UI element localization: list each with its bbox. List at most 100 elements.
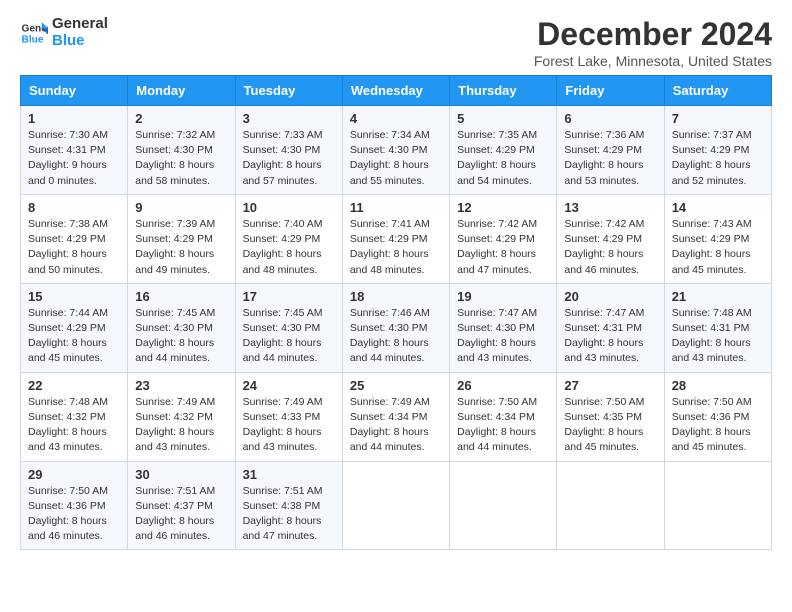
day-number: 6 xyxy=(564,111,656,126)
calendar-header-friday: Friday xyxy=(557,76,664,106)
svg-text:Blue: Blue xyxy=(22,34,44,45)
day-number: 18 xyxy=(350,289,442,304)
day-number: 20 xyxy=(564,289,656,304)
day-number: 11 xyxy=(350,200,442,215)
calendar-cell: 28 Sunrise: 7:50 AMSunset: 4:36 PMDayligh… xyxy=(664,372,771,461)
calendar-cell: 6 Sunrise: 7:36 AMSunset: 4:29 PMDaylight… xyxy=(557,106,664,195)
calendar-cell: 12 Sunrise: 7:42 AMSunset: 4:29 PMDayligh… xyxy=(450,194,557,283)
calendar-header-row: SundayMondayTuesdayWednesdayThursdayFrid… xyxy=(21,76,772,106)
day-number: 4 xyxy=(350,111,442,126)
calendar-header-thursday: Thursday xyxy=(450,76,557,106)
day-number: 30 xyxy=(135,467,227,482)
day-number: 29 xyxy=(28,467,120,482)
day-info: Sunrise: 7:39 AMSunset: 4:29 PMDaylight:… xyxy=(135,217,227,278)
day-number: 23 xyxy=(135,378,227,393)
day-info: Sunrise: 7:40 AMSunset: 4:29 PMDaylight:… xyxy=(243,217,335,278)
day-info: Sunrise: 7:49 AMSunset: 4:33 PMDaylight:… xyxy=(243,395,335,456)
calendar-header-tuesday: Tuesday xyxy=(235,76,342,106)
calendar-cell: 31 Sunrise: 7:51 AMSunset: 4:38 PMDayligh… xyxy=(235,461,342,550)
day-number: 22 xyxy=(28,378,120,393)
calendar-week-row: 1Sunrise: 7:30 AMSunset: 4:31 PMDaylight… xyxy=(21,106,772,195)
day-number: 16 xyxy=(135,289,227,304)
day-info: Sunrise: 7:50 AMSunset: 4:35 PMDaylight:… xyxy=(564,395,656,456)
calendar-cell: 23Sunrise: 7:49 AMSunset: 4:32 PMDayligh… xyxy=(128,372,235,461)
calendar-cell: 3Sunrise: 7:33 AMSunset: 4:30 PMDaylight… xyxy=(235,106,342,195)
day-info: Sunrise: 7:43 AMSunset: 4:29 PMDaylight:… xyxy=(672,217,764,278)
page-header: General Blue General Blue December 2024 … xyxy=(20,16,772,69)
calendar-cell: 29 Sunrise: 7:50 AMSunset: 4:36 PMDayligh… xyxy=(21,461,128,550)
calendar-header-sunday: Sunday xyxy=(21,76,128,106)
calendar-cell: 19 Sunrise: 7:47 AMSunset: 4:30 PMDayligh… xyxy=(450,283,557,372)
calendar-cell xyxy=(342,461,449,550)
day-number: 19 xyxy=(457,289,549,304)
calendar-cell: 4Sunrise: 7:34 AMSunset: 4:30 PMDaylight… xyxy=(342,106,449,195)
calendar-cell: 24 Sunrise: 7:49 AMSunset: 4:33 PMDayligh… xyxy=(235,372,342,461)
day-number: 2 xyxy=(135,111,227,126)
calendar-cell xyxy=(450,461,557,550)
day-info: Sunrise: 7:45 AMSunset: 4:30 PMDaylight:… xyxy=(243,306,335,367)
day-number: 15 xyxy=(28,289,120,304)
day-info: Sunrise: 7:51 AMSunset: 4:38 PMDaylight:… xyxy=(243,484,335,545)
calendar-cell: 20 Sunrise: 7:47 AMSunset: 4:31 PMDayligh… xyxy=(557,283,664,372)
day-info: Sunrise: 7:33 AMSunset: 4:30 PMDaylight:… xyxy=(243,128,335,189)
day-number: 28 xyxy=(672,378,764,393)
day-info: Sunrise: 7:36 AMSunset: 4:29 PMDaylight:… xyxy=(564,128,656,189)
title-area: December 2024 Forest Lake, Minnesota, Un… xyxy=(534,16,772,69)
calendar-cell: 11 Sunrise: 7:41 AMSunset: 4:29 PMDayligh… xyxy=(342,194,449,283)
day-info: Sunrise: 7:48 AMSunset: 4:31 PMDaylight:… xyxy=(672,306,764,367)
day-number: 12 xyxy=(457,200,549,215)
day-number: 31 xyxy=(243,467,335,482)
day-info: Sunrise: 7:44 AMSunset: 4:29 PMDaylight:… xyxy=(28,306,120,367)
day-info: Sunrise: 7:50 AMSunset: 4:36 PMDaylight:… xyxy=(28,484,120,545)
day-number: 1 xyxy=(28,111,120,126)
day-info: Sunrise: 7:47 AMSunset: 4:30 PMDaylight:… xyxy=(457,306,549,367)
calendar-week-row: 22 Sunrise: 7:48 AMSunset: 4:32 PMDayligh… xyxy=(21,372,772,461)
location-title: Forest Lake, Minnesota, United States xyxy=(534,53,772,69)
calendar-cell xyxy=(664,461,771,550)
calendar-cell: 13Sunrise: 7:42 AMSunset: 4:29 PMDayligh… xyxy=(557,194,664,283)
calendar-header-saturday: Saturday xyxy=(664,76,771,106)
calendar-header-monday: Monday xyxy=(128,76,235,106)
day-number: 8 xyxy=(28,200,120,215)
day-info: Sunrise: 7:48 AMSunset: 4:32 PMDaylight:… xyxy=(28,395,120,456)
logo-blue: Blue xyxy=(52,33,108,50)
calendar-cell: 16 Sunrise: 7:45 AMSunset: 4:30 PMDayligh… xyxy=(128,283,235,372)
calendar-table: SundayMondayTuesdayWednesdayThursdayFrid… xyxy=(20,75,772,550)
calendar-cell: 15 Sunrise: 7:44 AMSunset: 4:29 PMDayligh… xyxy=(21,283,128,372)
day-info: Sunrise: 7:51 AMSunset: 4:37 PMDaylight:… xyxy=(135,484,227,545)
day-number: 24 xyxy=(243,378,335,393)
day-number: 26 xyxy=(457,378,549,393)
calendar-week-row: 15 Sunrise: 7:44 AMSunset: 4:29 PMDayligh… xyxy=(21,283,772,372)
calendar-header-wednesday: Wednesday xyxy=(342,76,449,106)
calendar-cell: 2Sunrise: 7:32 AMSunset: 4:30 PMDaylight… xyxy=(128,106,235,195)
day-info: Sunrise: 7:50 AMSunset: 4:36 PMDaylight:… xyxy=(672,395,764,456)
calendar-cell: 21 Sunrise: 7:48 AMSunset: 4:31 PMDayligh… xyxy=(664,283,771,372)
day-info: Sunrise: 7:42 AMSunset: 4:29 PMDaylight:… xyxy=(564,217,656,278)
calendar-cell: 10Sunrise: 7:40 AMSunset: 4:29 PMDayligh… xyxy=(235,194,342,283)
calendar-cell xyxy=(557,461,664,550)
calendar-cell: 1Sunrise: 7:30 AMSunset: 4:31 PMDaylight… xyxy=(21,106,128,195)
day-info: Sunrise: 7:41 AMSunset: 4:29 PMDaylight:… xyxy=(350,217,442,278)
calendar-cell: 17Sunrise: 7:45 AMSunset: 4:30 PMDayligh… xyxy=(235,283,342,372)
calendar-week-row: 29 Sunrise: 7:50 AMSunset: 4:36 PMDayligh… xyxy=(21,461,772,550)
day-info: Sunrise: 7:49 AMSunset: 4:34 PMDaylight:… xyxy=(350,395,442,456)
day-number: 5 xyxy=(457,111,549,126)
day-info: Sunrise: 7:35 AMSunset: 4:29 PMDaylight:… xyxy=(457,128,549,189)
day-info: Sunrise: 7:45 AMSunset: 4:30 PMDaylight:… xyxy=(135,306,227,367)
day-number: 9 xyxy=(135,200,227,215)
day-info: Sunrise: 7:47 AMSunset: 4:31 PMDaylight:… xyxy=(564,306,656,367)
calendar-cell: 7Sunrise: 7:37 AMSunset: 4:29 PMDaylight… xyxy=(664,106,771,195)
day-info: Sunrise: 7:42 AMSunset: 4:29 PMDaylight:… xyxy=(457,217,549,278)
calendar-cell: 9 Sunrise: 7:39 AMSunset: 4:29 PMDaylight… xyxy=(128,194,235,283)
day-number: 27 xyxy=(564,378,656,393)
day-number: 7 xyxy=(672,111,764,126)
day-number: 25 xyxy=(350,378,442,393)
day-number: 21 xyxy=(672,289,764,304)
calendar-cell: 26Sunrise: 7:50 AMSunset: 4:34 PMDayligh… xyxy=(450,372,557,461)
calendar-cell: 22 Sunrise: 7:48 AMSunset: 4:32 PMDayligh… xyxy=(21,372,128,461)
calendar-body: 1Sunrise: 7:30 AMSunset: 4:31 PMDaylight… xyxy=(21,106,772,550)
calendar-cell: 8Sunrise: 7:38 AMSunset: 4:29 PMDaylight… xyxy=(21,194,128,283)
calendar-cell: 25 Sunrise: 7:49 AMSunset: 4:34 PMDayligh… xyxy=(342,372,449,461)
calendar-cell: 27 Sunrise: 7:50 AMSunset: 4:35 PMDayligh… xyxy=(557,372,664,461)
logo: General Blue General Blue xyxy=(20,16,108,49)
